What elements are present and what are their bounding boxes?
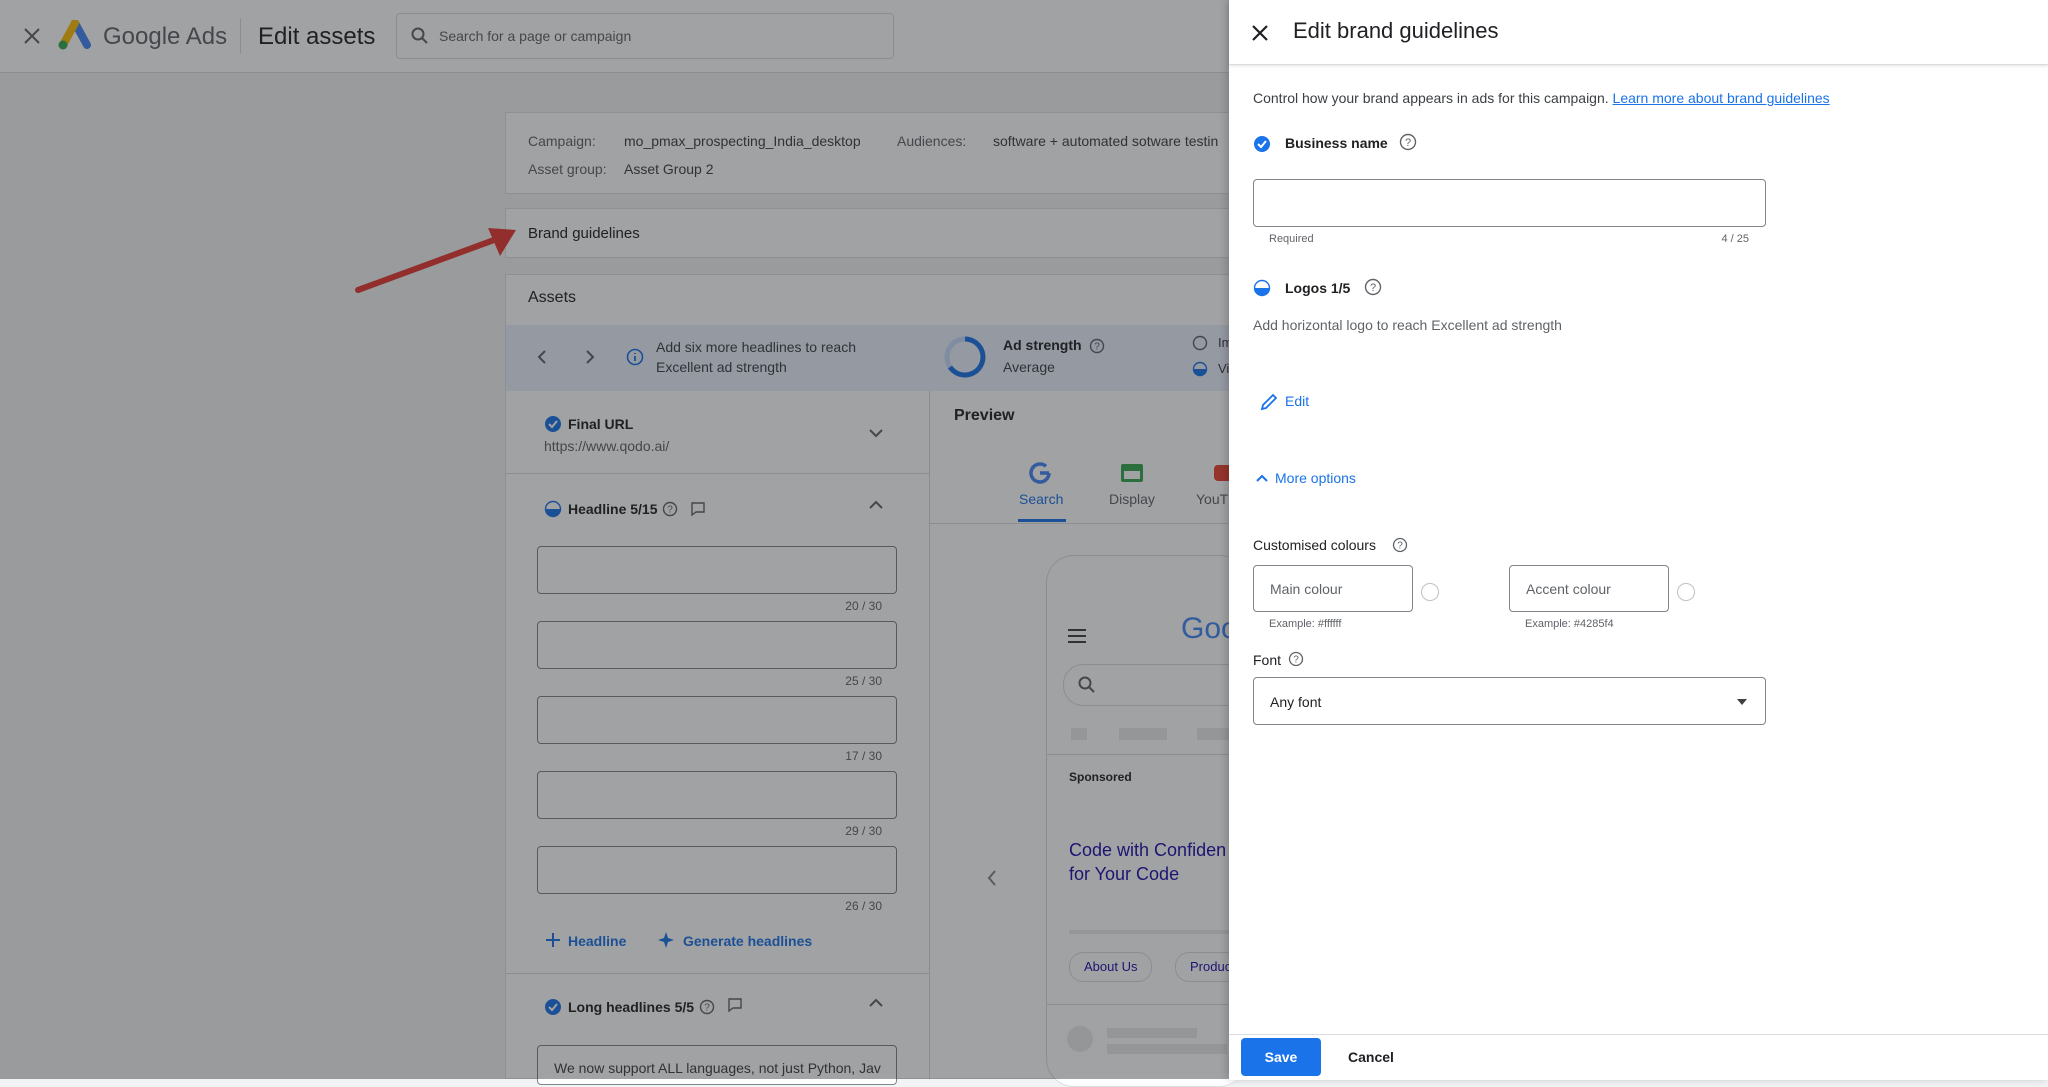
edit-brand-guidelines-panel: Edit brand guidelines Control how your b…	[1229, 0, 2048, 1080]
panel-intro: Control how your brand appears in ads fo…	[1253, 90, 1830, 106]
modal-scrim[interactable]	[0, 0, 1229, 1079]
help-icon[interactable]: ?	[1288, 651, 1304, 667]
intro-text: Control how your brand appears in ads fo…	[1253, 90, 1609, 106]
main-colour-input[interactable]: Main colour	[1253, 565, 1413, 612]
customised-colours-label: Customised colours	[1253, 537, 1376, 553]
accent-colour-example: Example: #4285f4	[1525, 618, 1614, 630]
business-name-label: Business name	[1285, 135, 1388, 151]
accent-colour-placeholder: Accent colour	[1526, 581, 1611, 597]
help-icon[interactable]: ?	[1364, 278, 1382, 296]
accent-colour-swatch[interactable]	[1677, 583, 1695, 601]
main-colour-example: Example: #ffffff	[1269, 618, 1342, 630]
panel-title: Edit brand guidelines	[1293, 18, 1499, 43]
svg-text:?: ?	[1293, 655, 1299, 666]
edit-logos-button[interactable]: Edit	[1285, 393, 1309, 409]
cancel-button[interactable]: Cancel	[1331, 1038, 1411, 1076]
help-icon[interactable]: ?	[1392, 537, 1408, 553]
help-icon[interactable]: ?	[1399, 133, 1417, 151]
font-value: Any font	[1270, 694, 1322, 710]
font-select[interactable]: Any font	[1253, 677, 1766, 725]
logos-label: Logos 1/5	[1285, 280, 1351, 296]
accent-colour-input[interactable]: Accent colour	[1509, 565, 1669, 612]
font-label: Font	[1253, 652, 1282, 668]
dropdown-arrow-icon	[1736, 698, 1748, 706]
svg-text:?: ?	[1397, 541, 1403, 552]
chevron-up-icon[interactable]	[1255, 473, 1269, 483]
half-circle-icon	[1253, 279, 1271, 297]
main-colour-placeholder: Main colour	[1270, 581, 1343, 597]
pencil-icon	[1259, 392, 1279, 412]
save-button[interactable]: Save	[1241, 1038, 1321, 1076]
check-circle-icon	[1253, 135, 1271, 153]
panel-footer: Save Cancel	[1229, 1034, 2048, 1080]
main-colour-swatch[interactable]	[1421, 583, 1439, 601]
business-name-input[interactable]	[1253, 179, 1766, 227]
required-hint: Required	[1269, 233, 1314, 245]
business-name-count: 4 / 25	[1721, 233, 1749, 245]
learn-more-link[interactable]: Learn more about brand guidelines	[1613, 90, 1830, 106]
close-icon[interactable]	[1251, 24, 1269, 42]
more-options-toggle[interactable]: More options	[1275, 470, 1356, 486]
logos-tip: Add horizontal logo to reach Excellent a…	[1253, 317, 1562, 333]
svg-text:?: ?	[1370, 282, 1376, 294]
svg-text:?: ?	[1405, 137, 1411, 149]
panel-header: Edit brand guidelines	[1229, 0, 2048, 65]
